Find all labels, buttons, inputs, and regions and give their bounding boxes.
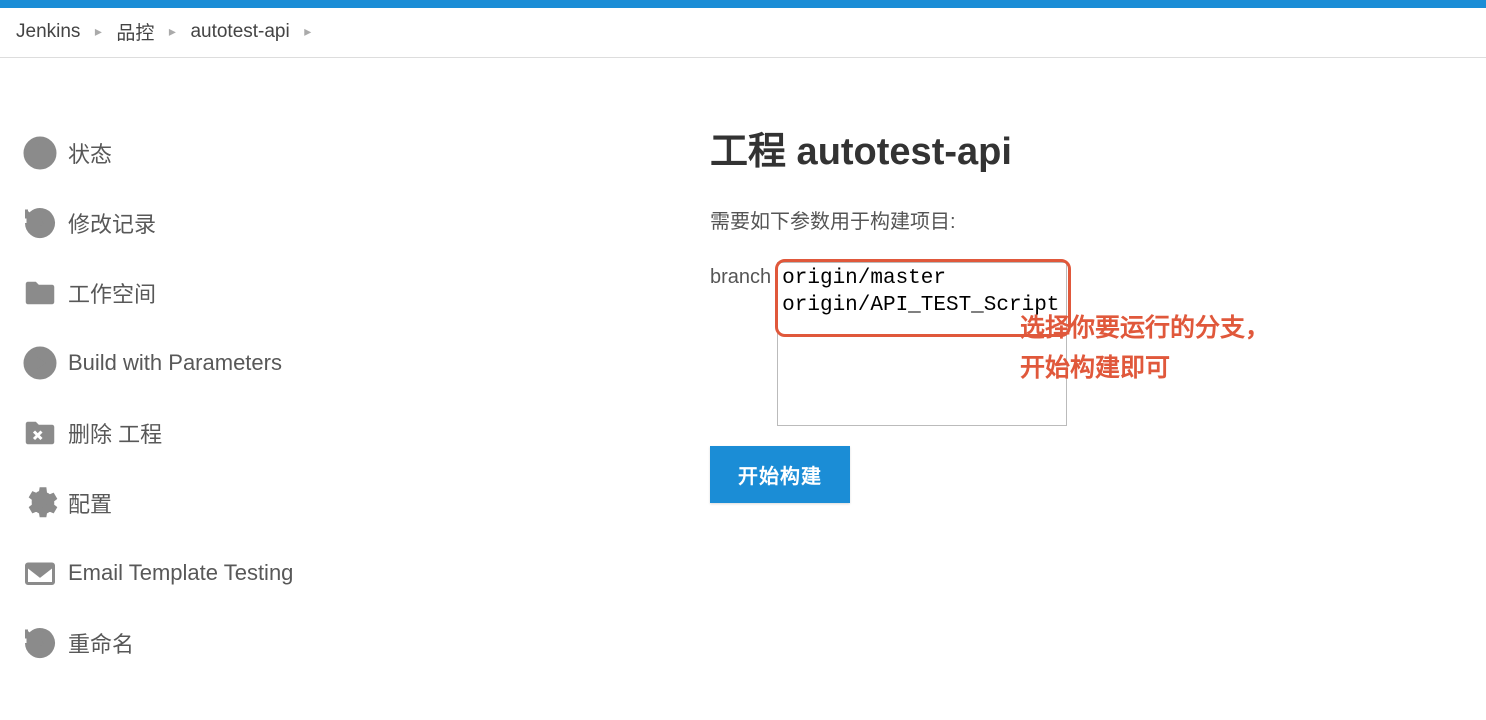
sidebar-item-label: 工作空间	[68, 277, 156, 309]
sidebar-item-email-test[interactable]: Email Template Testing	[6, 538, 430, 608]
info-icon	[12, 135, 68, 171]
sidebar-item-changes[interactable]: 修改记录	[6, 188, 430, 258]
breadcrumb-item-jenkins[interactable]: Jenkins	[16, 21, 80, 43]
branch-option[interactable]: origin/master	[782, 265, 1062, 292]
build-button[interactable]: 开始构建	[710, 446, 850, 503]
annotation-text: 选择你要运行的分支， 开始构建即可	[1020, 308, 1270, 388]
history-icon	[12, 625, 68, 661]
param-label-branch: branch	[710, 262, 771, 289]
sidebar-item-workspace[interactable]: 工作空间	[6, 258, 430, 328]
sidebar-item-configure[interactable]: 配置	[6, 468, 430, 538]
sidebar-item-build-params[interactable]: Build with Parameters	[6, 328, 430, 398]
envelope-icon	[12, 555, 68, 591]
subtitle-text: 需要如下参数用于构建项目:	[710, 205, 1486, 234]
sidebar: 状态 修改记录 工作空间 Build with Parameters 删除 工程	[0, 58, 430, 678]
chevron-right-icon: ▸	[80, 23, 116, 40]
sidebar-item-status[interactable]: 状态	[6, 118, 430, 188]
history-icon	[12, 205, 68, 241]
breadcrumb: Jenkins ▸ 品控 ▸ autotest-api ▸	[0, 8, 1486, 58]
sidebar-item-label: Email Template Testing	[68, 560, 293, 586]
sidebar-item-label: 删除 工程	[68, 417, 162, 449]
sidebar-item-label: 修改记录	[68, 207, 156, 239]
sidebar-item-label: Build with Parameters	[68, 350, 282, 376]
sidebar-item-delete[interactable]: 删除 工程	[6, 398, 430, 468]
sidebar-item-label: 状态	[68, 137, 112, 169]
main-content: 工程 autotest-api 需要如下参数用于构建项目: branch ori…	[430, 58, 1486, 678]
folder-delete-icon	[12, 415, 68, 451]
sidebar-item-label: 重命名	[68, 627, 134, 659]
annotation-line-2: 开始构建即可	[1020, 348, 1270, 388]
chevron-right-icon: ▸	[290, 23, 326, 40]
page-title: 工程 autotest-api	[710, 120, 1486, 175]
breadcrumb-item-project[interactable]: autotest-api	[190, 21, 289, 43]
annotation-line-1: 选择你要运行的分支，	[1020, 308, 1270, 348]
play-icon	[12, 345, 68, 381]
gear-icon	[12, 485, 68, 521]
chevron-right-icon: ▸	[154, 23, 190, 40]
folder-icon	[12, 275, 68, 311]
breadcrumb-item-group[interactable]: 品控	[116, 18, 154, 45]
top-accent-bar	[0, 0, 1486, 8]
body-layout: 状态 修改记录 工作空间 Build with Parameters 删除 工程	[0, 58, 1486, 678]
sidebar-item-label: 配置	[68, 487, 112, 519]
sidebar-item-rename[interactable]: 重命名	[6, 608, 430, 678]
